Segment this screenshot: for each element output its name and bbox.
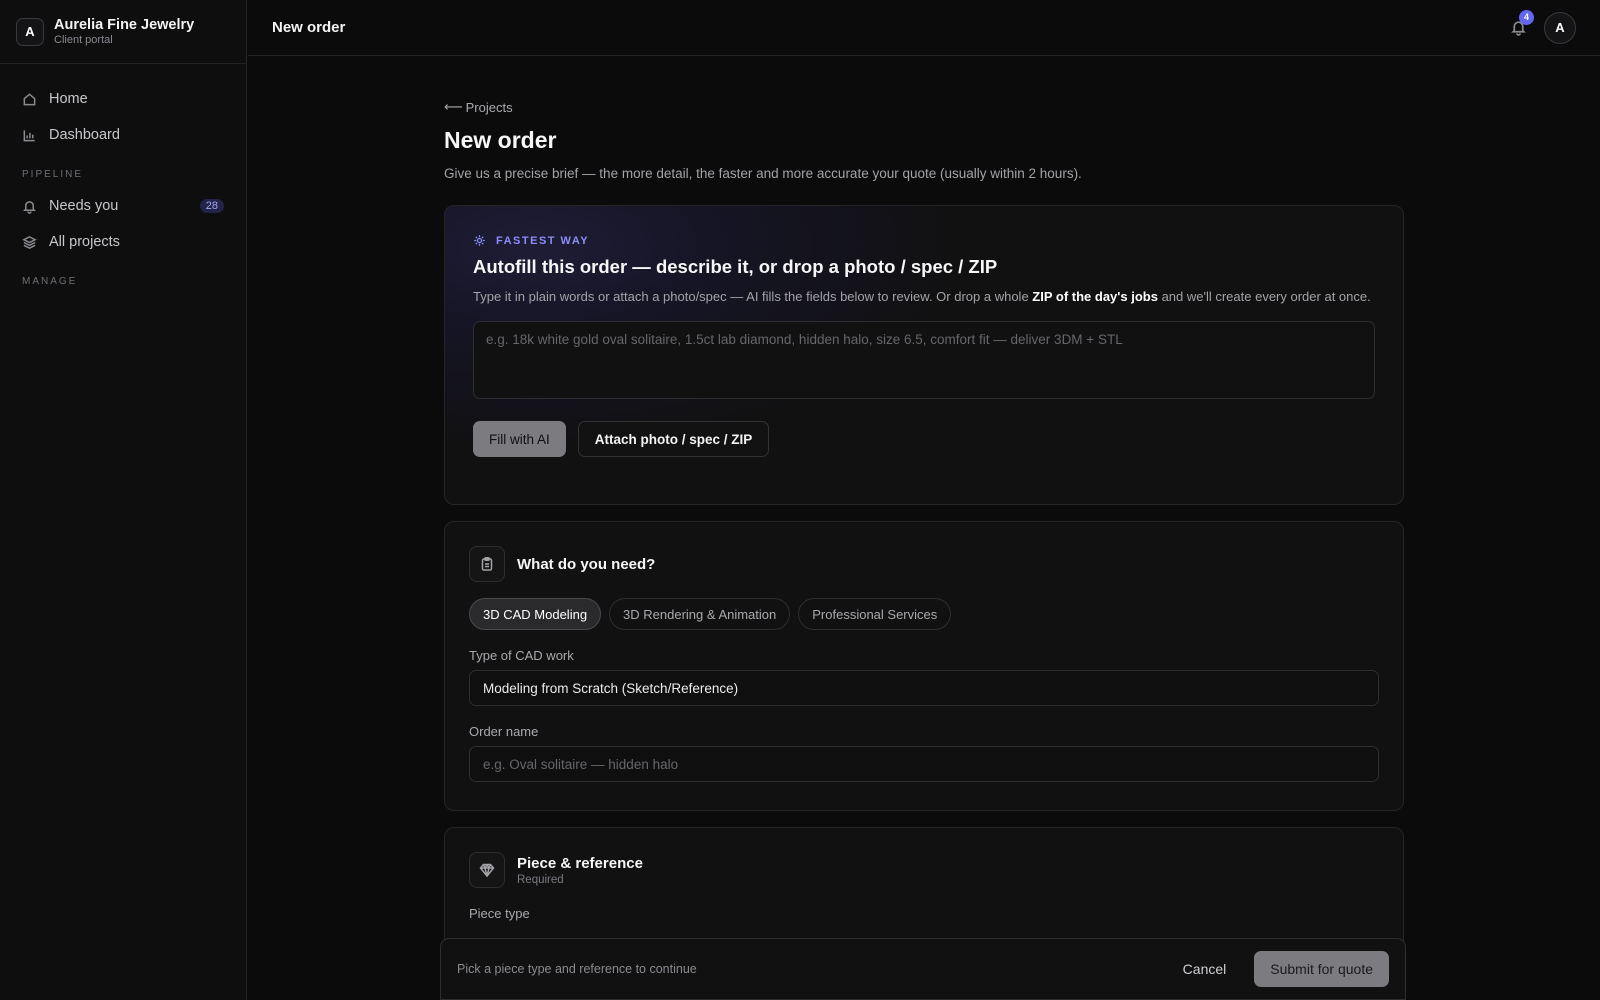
- order-name-input[interactable]: e.g. Oval solitaire — hidden halo: [469, 746, 1379, 782]
- brand-name: Aurelia Fine Jewelry: [54, 16, 195, 33]
- autofill-eyebrow: FASTEST WAY: [473, 234, 1375, 247]
- brand-logo: A: [16, 17, 44, 46]
- main-content: ⟵ Projects New order Give us a precise b…: [444, 56, 1404, 1000]
- pill-3d-cad-modeling[interactable]: 3D CAD Modeling: [469, 598, 602, 630]
- brand-subtitle: Client portal: [54, 33, 113, 46]
- sidebar-item-label: Home: [49, 91, 88, 107]
- section-title: What do you need?: [517, 555, 656, 573]
- piece-type-label: Piece type: [469, 906, 530, 921]
- sidebar-item-all-projects[interactable]: All projects: [12, 224, 234, 260]
- sidebar-item-label: Needs you: [49, 198, 119, 214]
- sparkle-icon: [474, 235, 485, 246]
- sidebar-item-home[interactable]: Home: [12, 81, 234, 117]
- fill-with-ai-button[interactable]: Fill with AI: [473, 421, 566, 457]
- eyebrow-label: FASTEST WAY: [496, 234, 590, 247]
- autofill-title: Autofill this order — describe it, or dr…: [473, 256, 998, 277]
- nav-section-pipeline: PIPELINE: [22, 169, 84, 180]
- what-do-you-need-card: What do you need? 3D CAD Modeling 3D Ren…: [444, 521, 1404, 811]
- back-to-projects-link[interactable]: ⟵ Projects: [444, 99, 513, 115]
- autofill-description-input[interactable]: [473, 321, 1375, 399]
- home-icon: [23, 92, 36, 105]
- back-label: Projects: [465, 99, 513, 115]
- cad-type-label: Type of CAD work: [469, 648, 574, 663]
- sidebar-nav: Home Dashboard PIPELINE Needs you 28 All…: [0, 64, 246, 287]
- sidebar-item-label: All projects: [49, 234, 120, 250]
- notification-count-badge: 4: [1519, 9, 1534, 25]
- avatar[interactable]: A: [1544, 11, 1576, 44]
- needs-you-count-badge: 28: [199, 199, 224, 213]
- attach-file-button[interactable]: Attach photo / spec / ZIP: [577, 421, 770, 457]
- nav-section-manage: MANAGE: [22, 276, 78, 287]
- pill-3d-rendering-animation[interactable]: 3D Rendering & Animation: [609, 598, 791, 630]
- required-label: Required: [517, 873, 564, 886]
- action-bar: Pick a piece type and reference to conti…: [440, 938, 1406, 1000]
- notifications-button[interactable]: 4: [1506, 9, 1534, 40]
- action-bar-hint: Pick a piece type and reference to conti…: [457, 962, 697, 976]
- autofill-card: FASTEST WAY Autofill this order — descri…: [444, 205, 1404, 505]
- page-subtitle: Give us a precise brief — the more detai…: [444, 166, 1082, 181]
- section-title: Piece & reference: [517, 854, 643, 872]
- cad-type-select[interactable]: Modeling from Scratch (Sketch/Reference): [469, 670, 1379, 706]
- autofill-description: Type it in plain words or attach a photo…: [473, 289, 1371, 304]
- topbar: New order 4 A: [248, 0, 1600, 56]
- bell-icon: [23, 200, 36, 214]
- zip-emphasis: ZIP of the day's jobs: [1032, 289, 1158, 304]
- service-type-pills: 3D CAD Modeling 3D Rendering & Animation…: [469, 598, 1379, 630]
- clipboard-icon: [469, 546, 505, 582]
- topbar-title: New order: [272, 19, 346, 36]
- sidebar-item-dashboard[interactable]: Dashboard: [12, 117, 234, 153]
- brand[interactable]: A Aurelia Fine Jewelry Client portal: [0, 0, 246, 64]
- sidebar-item-needs-you[interactable]: Needs you 28: [12, 188, 234, 224]
- submit-for-quote-button[interactable]: Submit for quote: [1254, 951, 1389, 987]
- diamond-icon: [469, 852, 505, 888]
- cancel-button[interactable]: Cancel: [1183, 961, 1227, 977]
- sidebar: A Aurelia Fine Jewelry Client portal Hom…: [0, 0, 247, 1000]
- chart-icon: [23, 129, 35, 141]
- pill-professional-services[interactable]: Professional Services: [798, 598, 952, 630]
- page-title: New order: [444, 127, 557, 153]
- sidebar-item-label: Dashboard: [49, 127, 120, 143]
- order-name-label: Order name: [469, 724, 539, 739]
- arrow-left-icon: ⟵: [444, 99, 463, 114]
- layers-icon: [22, 235, 37, 249]
